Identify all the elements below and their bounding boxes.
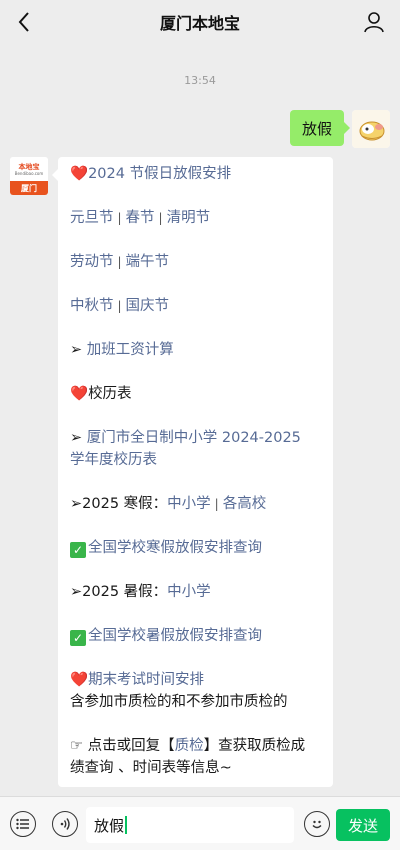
list-icon: [16, 818, 29, 830]
exam-description: 含参加市质检的和不参加市质检的: [70, 694, 288, 710]
message-timestamp: 13:54: [184, 74, 216, 87]
link-overtime-pay[interactable]: 加班工资计算: [87, 342, 174, 358]
overtime-row: ➢ 加班工资计算: [70, 339, 325, 361]
winter-label: ➢2025 寒假：: [70, 496, 168, 512]
link-school-calendar[interactable]: 厦门市全日制中小学 2024-2025: [87, 430, 301, 446]
summer-row: ➢2025 暑假：中小学: [70, 581, 325, 603]
user-icon: [364, 12, 384, 33]
winter-query-row: ✓ 全国学校寒假放假安排查询: [70, 537, 325, 559]
bot-avatar[interactable]: 本地宝 Bendibao.com 厦门: [10, 157, 48, 195]
calendar-heading: ❤️校历表: [70, 386, 132, 402]
tip-row-2: 绩查询 、时间表等信息~: [70, 760, 232, 776]
calendar-row: ➢ 厦门市全日制中小学 2024-2025: [70, 427, 325, 449]
menu-toggle-button[interactable]: [10, 811, 36, 837]
emoji-button[interactable]: [304, 811, 330, 837]
incoming-message-bubble: ❤️2024 节假日放假安排 元旦节 | 春节 | 清明节 劳动节 | 端午节 中秋节 | 国庆…: [52, 157, 333, 787]
tip-row: ☞ 点击或回复【质检】查获取质检成: [70, 738, 306, 754]
outgoing-message-bubble[interactable]: 放假: [289, 110, 351, 146]
check-icon: ✓: [70, 630, 86, 646]
link-new-year[interactable]: 元旦节: [70, 210, 114, 226]
heart-icon: ❤️: [70, 672, 89, 688]
my-avatar[interactable]: [352, 110, 390, 148]
composer-bar: 放假 发送: [0, 796, 400, 850]
voice-button[interactable]: [52, 811, 78, 837]
winter-row: ➢2025 寒假：中小学 | 各高校: [70, 496, 267, 512]
link-summer-primary[interactable]: 中小学: [167, 584, 211, 600]
arrow-icon: ➢: [70, 430, 83, 446]
logo-site: Bendibao.com: [14, 170, 44, 176]
top-bar: 厦门本地宝: [0, 0, 400, 44]
exam-heading: ❤️期末考试时间安排: [70, 669, 325, 691]
link-exam-schedule[interactable]: 期末考试时间安排: [88, 672, 204, 688]
message-input[interactable]: 放假: [86, 807, 294, 843]
link-summer-query[interactable]: 全国学校暑假放假安排查询: [88, 628, 262, 644]
page-title: 厦门本地宝: [159, 14, 240, 33]
link-winter-primary[interactable]: 中小学: [167, 496, 211, 512]
arrow-icon: ➢: [70, 342, 83, 358]
profile-button[interactable]: [360, 8, 388, 36]
link-winter-query[interactable]: 全国学校寒假放假安排查询: [88, 540, 262, 556]
text-caret: [125, 816, 127, 834]
heart-icon: ❤️: [70, 386, 89, 402]
check-icon: ✓: [70, 542, 86, 558]
smiley-icon: [312, 820, 322, 829]
link-spring-festival[interactable]: 春节: [126, 210, 155, 226]
holiday-heading: ❤️2024 节假日放假安排: [70, 166, 232, 182]
link-quality-check[interactable]: 质检: [175, 738, 204, 754]
link-dragon-boat[interactable]: 端午节: [126, 254, 170, 270]
holidays-row-3: 中秋节 | 国庆节: [70, 298, 170, 314]
send-button[interactable]: 发送: [336, 809, 390, 841]
heart-icon: ❤️: [70, 166, 89, 182]
link-school-calendar-cont[interactable]: 学年度校历表: [70, 452, 157, 468]
link-national-day[interactable]: 国庆节: [126, 298, 170, 314]
logo-city: 厦门: [10, 181, 48, 195]
chevron-left-icon: [18, 12, 29, 32]
holidays-row-2: 劳动节 | 端午节: [70, 254, 170, 270]
cartoon-avatar-icon: [352, 110, 390, 148]
summer-label: ➢2025 暑假：: [70, 584, 168, 600]
logo-text: 本地宝: [18, 162, 40, 171]
back-button[interactable]: [10, 8, 38, 36]
summer-query-row: ✓ 全国学校暑假放假安排查询: [70, 625, 325, 647]
voice-icon: [60, 818, 70, 830]
link-labor-day[interactable]: 劳动节: [70, 254, 114, 270]
link-winter-university[interactable]: 各高校: [223, 496, 267, 512]
link-qingming[interactable]: 清明节: [167, 210, 211, 226]
link-mid-autumn[interactable]: 中秋节: [70, 298, 114, 314]
holidays-row-1: 元旦节 | 春节 | 清明节: [70, 210, 211, 226]
